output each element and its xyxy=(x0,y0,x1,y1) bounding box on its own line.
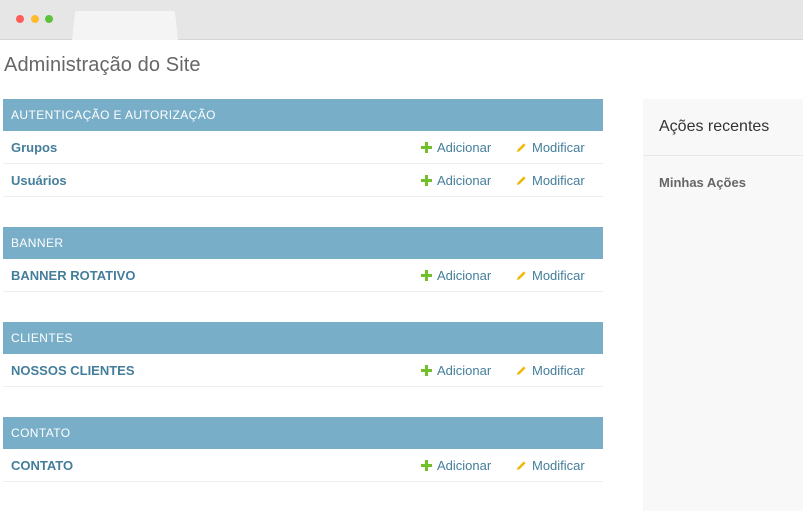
table-row: NOSSOS CLIENTES Adicionar Modificar xyxy=(3,354,603,387)
recent-actions-sidebar: Ações recentes Minhas Ações xyxy=(643,99,803,511)
change-label: Modificar xyxy=(532,363,585,378)
plus-icon xyxy=(421,460,432,471)
add-link[interactable]: Adicionar xyxy=(421,458,491,473)
my-actions-heading: Minhas Ações xyxy=(659,175,746,190)
add-label: Adicionar xyxy=(437,140,492,155)
minimize-window-dot[interactable] xyxy=(31,15,39,23)
pencil-icon xyxy=(517,461,526,470)
model-link-nossos-clientes[interactable]: NOSSOS CLIENTES xyxy=(11,363,135,378)
change-label: Modificar xyxy=(532,458,585,473)
sidebar-divider xyxy=(643,155,803,156)
module-contato: CONTATO CONTATO Adicionar Modificar xyxy=(3,417,603,482)
model-link-banner-rotativo[interactable]: BANNER ROTATIVO xyxy=(11,268,135,283)
table-row: Usuários Adicionar Modificar xyxy=(3,164,603,197)
plus-icon xyxy=(421,365,432,376)
plus-icon xyxy=(421,142,432,153)
add-link[interactable]: Adicionar xyxy=(421,363,491,378)
browser-chrome xyxy=(0,0,803,40)
module-caption[interactable]: CONTATO xyxy=(3,417,603,449)
table-row: BANNER ROTATIVO Adicionar Modificar xyxy=(3,259,603,292)
change-link[interactable]: Modificar xyxy=(516,458,585,473)
module-clientes: CLIENTES NOSSOS CLIENTES Adicionar Modif… xyxy=(3,322,603,387)
table-row: CONTATO Adicionar Modificar xyxy=(3,449,603,482)
add-label: Adicionar xyxy=(437,268,492,283)
change-label: Modificar xyxy=(532,173,585,188)
page-title: Administração do Site xyxy=(4,54,201,76)
maximize-window-dot[interactable] xyxy=(45,15,53,23)
pencil-icon xyxy=(517,271,526,280)
module-banner: BANNER BANNER ROTATIVO Adicionar Modific… xyxy=(3,227,603,292)
table-row: Grupos Adicionar Modificar xyxy=(3,131,603,164)
change-link[interactable]: Modificar xyxy=(516,173,585,188)
add-link[interactable]: Adicionar xyxy=(421,268,491,283)
browser-tab[interactable] xyxy=(72,11,178,40)
model-link-users[interactable]: Usuários xyxy=(11,173,67,188)
change-link[interactable]: Modificar xyxy=(516,140,585,155)
module-auth: AUTENTICAÇÃO E AUTORIZAÇÃO Grupos Adicio… xyxy=(3,99,603,197)
pencil-icon xyxy=(517,143,526,152)
change-link[interactable]: Modificar xyxy=(516,268,585,283)
add-link[interactable]: Adicionar xyxy=(421,173,491,188)
model-link-groups[interactable]: Grupos xyxy=(11,140,57,155)
model-link-contato[interactable]: CONTATO xyxy=(11,458,73,473)
recent-actions-title: Ações recentes xyxy=(659,118,770,135)
module-caption[interactable]: CLIENTES xyxy=(3,322,603,354)
add-label: Adicionar xyxy=(437,363,492,378)
change-link[interactable]: Modificar xyxy=(516,363,585,378)
plus-icon xyxy=(421,175,432,186)
add-label: Adicionar xyxy=(437,173,492,188)
module-caption[interactable]: AUTENTICAÇÃO E AUTORIZAÇÃO xyxy=(3,99,603,131)
pencil-icon xyxy=(517,366,526,375)
plus-icon xyxy=(421,270,432,281)
change-label: Modificar xyxy=(532,268,585,283)
add-link[interactable]: Adicionar xyxy=(421,140,491,155)
add-label: Adicionar xyxy=(437,458,492,473)
pencil-icon xyxy=(517,176,526,185)
module-caption[interactable]: BANNER xyxy=(3,227,603,259)
change-label: Modificar xyxy=(532,140,585,155)
close-window-dot[interactable] xyxy=(16,15,24,23)
